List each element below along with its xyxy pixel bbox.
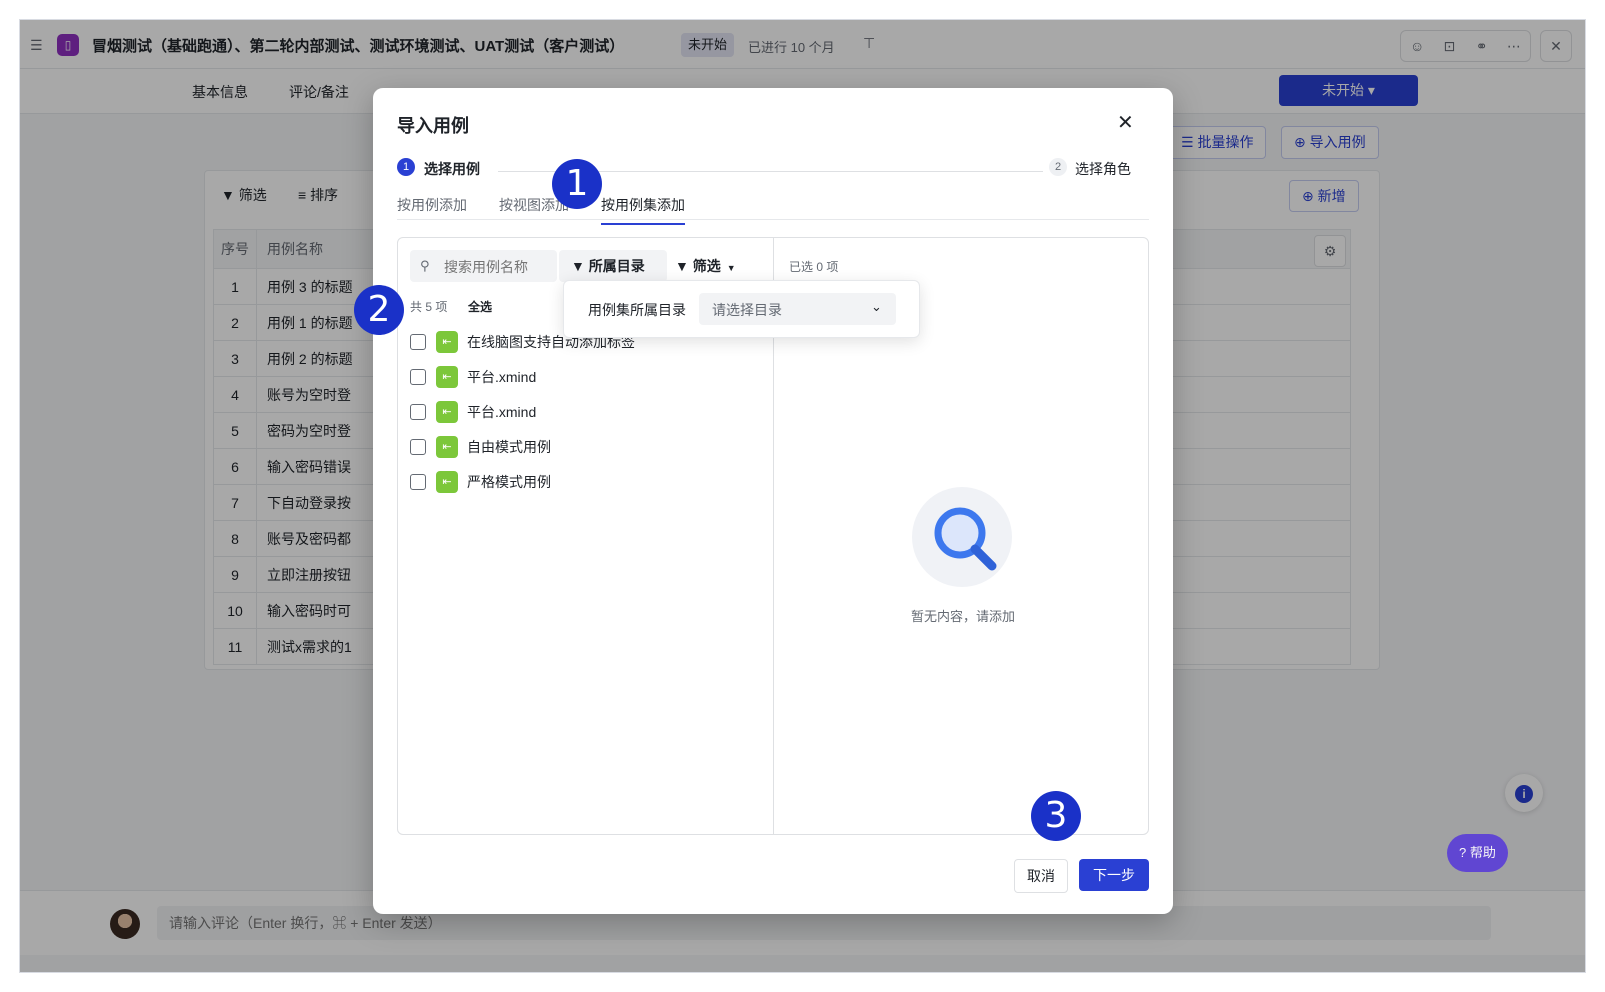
search-field[interactable]: ⚲ bbox=[410, 250, 557, 284]
directory-select[interactable]: 请选择目录 ⌄ bbox=[699, 293, 896, 325]
annotation-marker-1: 1 bbox=[552, 159, 602, 209]
list-item[interactable]: ⇤ 严格模式用例 bbox=[410, 470, 551, 494]
annotation-marker-2: 2 bbox=[354, 285, 404, 335]
magnifier-illustration bbox=[912, 487, 1012, 587]
funnel-icon: ▼ bbox=[675, 258, 693, 274]
help-button[interactable]: ? 帮助 bbox=[1447, 834, 1508, 872]
directory-filter-popover-label: 用例集所属目录 bbox=[588, 302, 686, 318]
search-icon: ⚲ bbox=[420, 258, 430, 273]
next-button[interactable]: 下一步 bbox=[1079, 859, 1149, 891]
tab-divider bbox=[397, 219, 1149, 220]
dialog-title: 导入用例 bbox=[397, 116, 469, 136]
step-1-number: 1 bbox=[397, 158, 415, 176]
list-item[interactable]: ⇤ 平台.xmind bbox=[410, 365, 536, 389]
directory-filter-button[interactable]: ▼ 所属目录 bbox=[559, 250, 667, 282]
directory-filter-popover: 用例集所属目录 请选择目录 ⌄ bbox=[563, 280, 920, 338]
item-count: 共 5 项 bbox=[410, 300, 448, 314]
case-set-icon: ⇤ bbox=[436, 401, 458, 423]
funnel-icon: ▼ bbox=[571, 258, 589, 274]
case-set-name: 自由模式用例 bbox=[467, 439, 551, 455]
case-set-icon: ⇤ bbox=[436, 471, 458, 493]
item-checkbox[interactable] bbox=[410, 404, 426, 420]
caret-down-icon: ▼ bbox=[726, 263, 736, 273]
cancel-button[interactable]: 取消 bbox=[1014, 859, 1068, 893]
chevron-down-icon: ⌄ bbox=[871, 299, 882, 314]
empty-state-text: 暂无内容，请添加 bbox=[910, 609, 1015, 624]
item-checkbox[interactable] bbox=[410, 334, 426, 350]
step-1-label: 选择用例 bbox=[424, 161, 480, 177]
help-label: 帮助 bbox=[1469, 845, 1496, 860]
search-input[interactable] bbox=[442, 250, 554, 284]
annotation-marker-3: 3 bbox=[1031, 791, 1081, 841]
filter-dropdown-button[interactable]: ▼ 筛选 ▼ bbox=[675, 250, 736, 282]
list-item[interactable]: ⇤ 平台.xmind bbox=[410, 400, 536, 424]
case-set-icon: ⇤ bbox=[436, 331, 458, 353]
selected-count: 已选 0 项 bbox=[789, 260, 839, 274]
list-item[interactable]: ⇤ 自由模式用例 bbox=[410, 435, 551, 459]
close-icon[interactable]: ✕ bbox=[1117, 110, 1134, 135]
step-2-number: 2 bbox=[1049, 158, 1067, 176]
directory-select-placeholder: 请选择目录 bbox=[712, 302, 782, 318]
case-set-name: 平台.xmind bbox=[467, 404, 537, 420]
case-set-icon: ⇤ bbox=[436, 366, 458, 388]
directory-filter-label: 所属目录 bbox=[588, 258, 645, 274]
case-set-name: 平台.xmind bbox=[467, 369, 537, 385]
select-all-button[interactable]: 全选 bbox=[468, 298, 492, 315]
question-icon: ? bbox=[1459, 845, 1470, 860]
tab-add-by-case[interactable]: 按用例添加 bbox=[397, 195, 467, 215]
item-checkbox[interactable] bbox=[410, 439, 426, 455]
case-set-name: 严格模式用例 bbox=[467, 474, 551, 490]
tab-add-by-case-set[interactable]: 按用例集添加 bbox=[601, 195, 685, 225]
item-checkbox[interactable] bbox=[410, 474, 426, 490]
step-2-label: 选择角色 bbox=[1075, 161, 1131, 177]
filter-label: 筛选 bbox=[692, 258, 721, 274]
item-checkbox[interactable] bbox=[410, 369, 426, 385]
case-set-icon: ⇤ bbox=[436, 436, 458, 458]
